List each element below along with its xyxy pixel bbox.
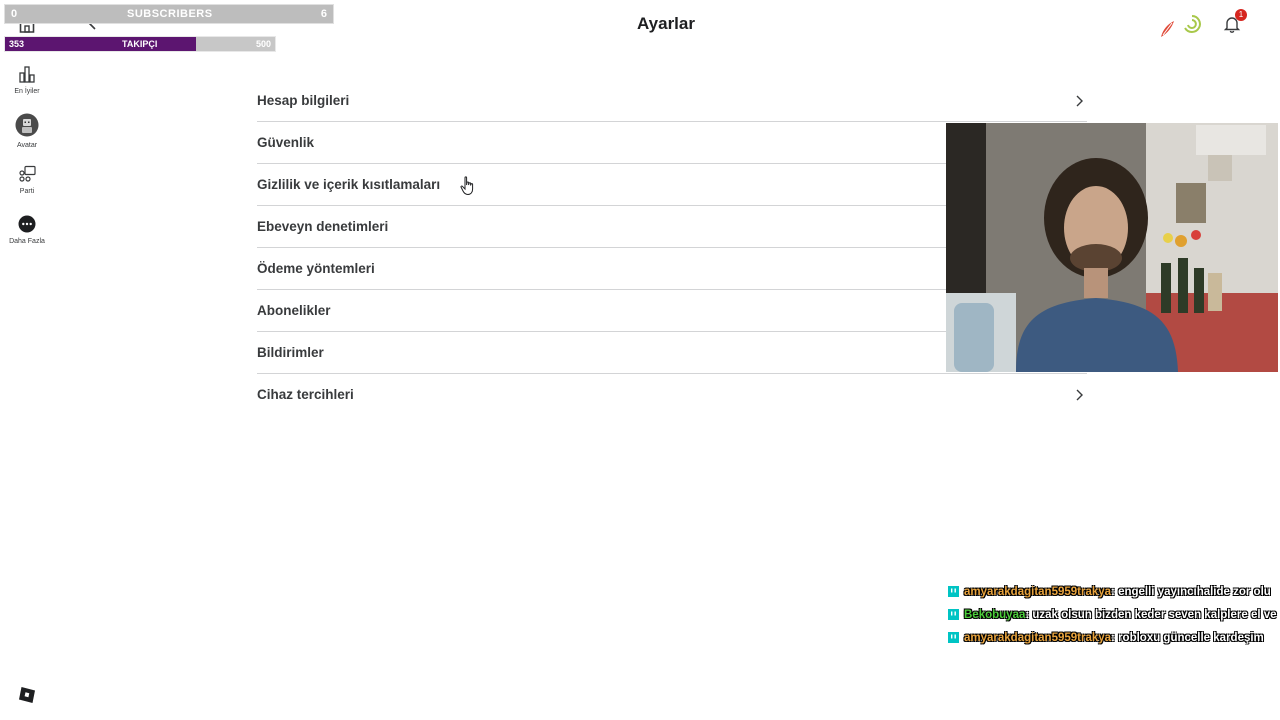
roblox-logo[interactable] xyxy=(18,686,36,704)
webcam-overlay xyxy=(946,123,1278,372)
robux-button[interactable] xyxy=(1158,19,1178,44)
webcam-image xyxy=(946,123,1278,372)
settings-item-label: Abonelikler xyxy=(257,303,331,318)
chat-username: amyarakdagitan5959trakya xyxy=(964,585,1112,598)
settings-item-label: Güvenlik xyxy=(257,135,315,150)
robux-icon xyxy=(1161,21,1174,37)
premium-icon xyxy=(1184,15,1201,33)
party-icon xyxy=(19,165,36,182)
sidebar-item-more[interactable]: Daha Fazla xyxy=(0,215,54,245)
avatar-icon xyxy=(15,113,39,137)
twitch-badge-icon xyxy=(948,632,959,643)
settings-item-label: Cihaz tercihleri xyxy=(257,387,354,402)
settings-item-label: Ödeme yöntemleri xyxy=(257,261,375,276)
chat-text: : engelli yayıncıhalide zor olu xyxy=(1111,585,1271,598)
sidebar-item-charts[interactable]: En İyiler xyxy=(0,65,54,95)
settings-item-device-preferences[interactable]: Cihaz tercihleri xyxy=(257,374,1087,415)
sidebar-item-party[interactable]: Parti xyxy=(0,165,54,195)
followers-current: 353 xyxy=(9,39,25,49)
chat-message: Bekobuyaa : uzak olsun bizden keder seve… xyxy=(948,603,1280,626)
hand-cursor-icon xyxy=(460,176,474,196)
notification-badge: 1 xyxy=(1235,9,1247,21)
settings-item-label: Hesap bilgileri xyxy=(257,93,350,108)
followers-label: TAKIPÇI xyxy=(122,39,158,49)
chevron-right-icon xyxy=(1076,389,1083,401)
sidebar-item-label: Parti xyxy=(19,188,35,195)
settings-item-label: Bildirimler xyxy=(257,345,324,360)
roblox-logo-icon xyxy=(19,687,35,703)
page-title: Ayarlar xyxy=(637,14,695,33)
sidebar-item-avatar[interactable]: Avatar xyxy=(0,113,54,149)
chat-username: amyarakdagitan5959trakya xyxy=(964,631,1112,644)
sidebar-item-label: Daha Fazla xyxy=(9,238,45,245)
chart-icon xyxy=(19,66,35,83)
more-icon xyxy=(18,215,36,233)
chat-text: : robloxu güncelle kardeşim xyxy=(1111,631,1264,644)
chat-text: : uzak olsun bizden keder seven kalplere… xyxy=(1025,608,1277,621)
chat-message: amyarakdagitan5959trakya : engelli yayın… xyxy=(948,580,1280,603)
settings-item-label: Ebeveyn denetimleri xyxy=(257,219,389,234)
twitch-badge-icon xyxy=(948,609,959,620)
sidebar: En İyiler Avatar Parti Daha Fazla xyxy=(0,0,54,720)
followers-goal-bar: 353 TAKIPÇI 500 xyxy=(4,36,276,52)
chat-overlay: amyarakdagitan5959trakya : engelli yayın… xyxy=(948,580,1280,649)
twitch-badge-icon xyxy=(948,586,959,597)
sidebar-item-label: Avatar xyxy=(16,142,38,149)
premium-button[interactable] xyxy=(1182,14,1202,39)
followers-max: 500 xyxy=(255,39,271,49)
chevron-right-icon xyxy=(1076,95,1083,107)
settings-item-label: Gizlilik ve içerik kısıtlamaları xyxy=(257,177,441,192)
settings-item-account-info[interactable]: Hesap bilgileri xyxy=(257,80,1087,122)
followers-progress-fill xyxy=(5,37,196,51)
chat-username: Bekobuyaa xyxy=(964,608,1026,621)
chat-message: amyarakdagitan5959trakya : robloxu günce… xyxy=(948,626,1280,649)
sidebar-item-label: En İyiler xyxy=(14,88,40,95)
